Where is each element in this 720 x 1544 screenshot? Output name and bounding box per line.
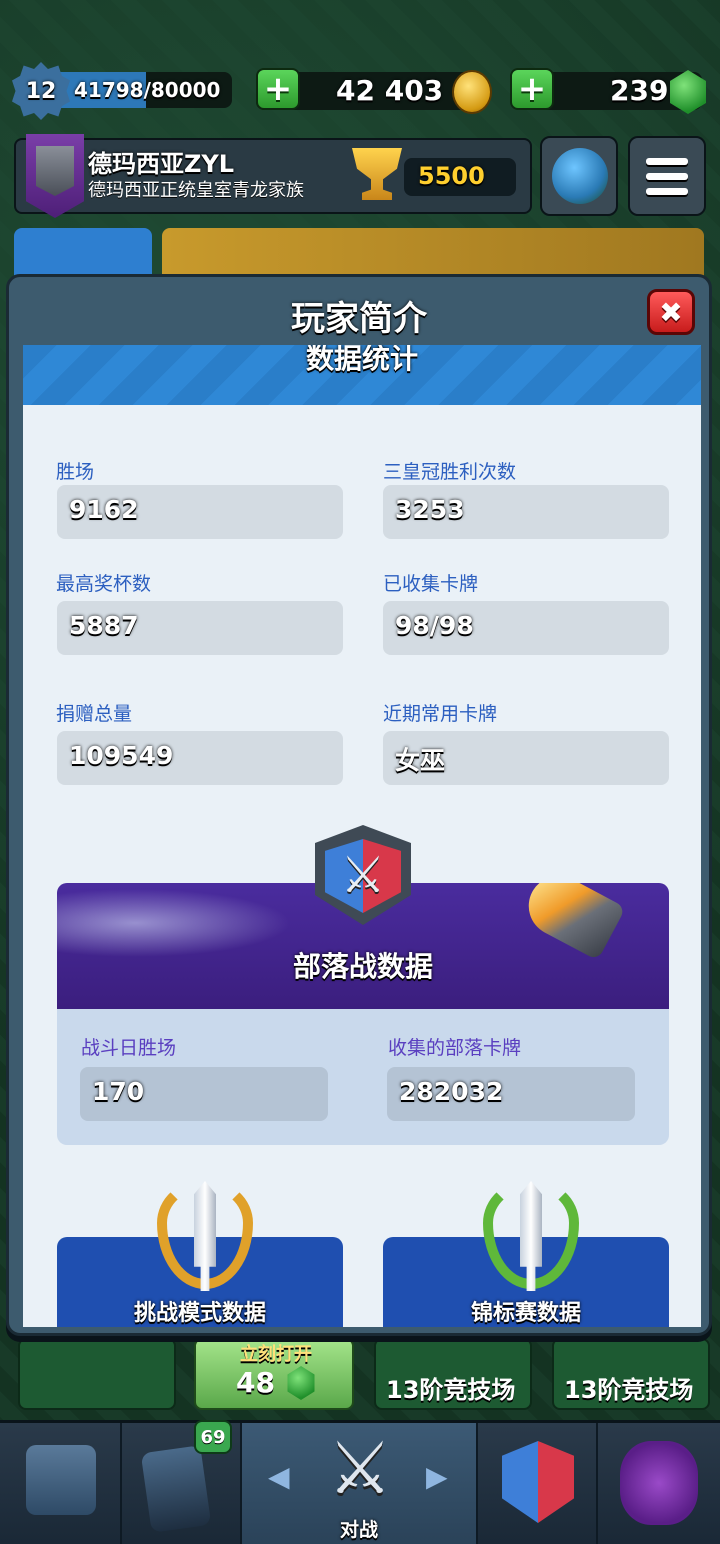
plus-icon: + — [517, 69, 547, 109]
tournament-stats-label: 锦标赛数据 — [470, 1301, 581, 1326]
nav-left-arrow-icon[interactable]: ◀ — [268, 1460, 290, 1493]
trophy-count: 5500 — [418, 162, 485, 190]
chest-slot-empty[interactable] — [18, 1338, 176, 1410]
clan-war-stat-box: 170 — [80, 1067, 328, 1121]
crossed-swords-icon: ⚔ — [340, 846, 386, 904]
bottom-nav: ⚔ 对战 — [0, 1420, 720, 1544]
chest-arena-label: 13阶竞技场 — [386, 1376, 516, 1404]
clan-war-shield-icon — [502, 1441, 574, 1523]
hamburger-menu-icon — [646, 158, 688, 203]
stat-label: 胜场 — [56, 461, 95, 483]
buy-gems-button[interactable]: + — [510, 68, 554, 110]
nav-right-arrow-icon[interactable]: ▶ — [426, 1460, 448, 1493]
stat-value: 女巫 — [395, 746, 446, 775]
challenge-stats-label: 挑战模式数据 — [133, 1301, 266, 1326]
cards-badge: 69 — [194, 1420, 232, 1454]
gold-coin-icon — [452, 70, 492, 114]
nav-tab-events[interactable] — [598, 1423, 720, 1544]
stat-label: 三皇冠胜利次数 — [383, 461, 517, 483]
clan-badge-emblem — [36, 146, 74, 196]
unlock-now-label: 立刻打开 — [240, 1344, 312, 1365]
stat-value-box: 3253 — [383, 485, 669, 539]
clan-war-stat-value: 170 — [92, 1077, 145, 1106]
unlock-cost: 48 — [236, 1366, 275, 1399]
stat-value-box: 98/98 — [383, 601, 669, 655]
stat-value-box: 女巫 — [383, 731, 669, 785]
stats-section-header: 数据统计 — [23, 345, 701, 405]
clan-name: 德玛西亚正统皇室青龙家族 — [88, 180, 304, 201]
stat-label: 近期常用卡牌 — [383, 703, 498, 725]
clan-war-title: 部落战数据 — [292, 950, 433, 983]
stat-value: 5887 — [69, 611, 139, 640]
clan-war-stat-box: 282032 — [387, 1067, 635, 1121]
xp-text: 41798/80000 — [74, 78, 221, 102]
treasure-chest-icon — [26, 1445, 96, 1515]
stat-value-box: 109549 — [57, 731, 343, 785]
crossed-swords-icon: ⚔ — [327, 1426, 393, 1510]
stats-section-title: 数据统计 — [305, 345, 418, 375]
cards-icon — [140, 1445, 212, 1533]
stat-value-box: 9162 — [57, 485, 343, 539]
stat-value: 3253 — [395, 495, 465, 524]
player-name: 德玛西亚ZYL — [88, 150, 235, 178]
clan-war-stat-value: 282032 — [399, 1077, 504, 1106]
nav-tab-clan[interactable] — [478, 1423, 598, 1544]
stat-value: 98/98 — [395, 611, 474, 640]
battle-label: 对战 — [339, 1519, 378, 1541]
modal-scroll-content[interactable]: 数据统计 胜场 9162 三皇冠胜利次数 3253 最高奖杯数 5887 已收集… — [23, 345, 701, 1327]
stat-value: 9162 — [69, 495, 139, 524]
globe-icon — [552, 148, 608, 204]
stat-label: 已收集卡牌 — [383, 573, 479, 595]
stat-label: 最高奖杯数 — [56, 573, 152, 595]
clan-war-stat-label: 战斗日胜场 — [81, 1037, 177, 1059]
plus-icon: + — [263, 69, 293, 109]
event-portrait-icon — [620, 1441, 698, 1525]
modal-title: 玩家简介 — [291, 299, 427, 339]
stat-value: 109549 — [69, 741, 174, 770]
gem-amount: 239 — [610, 74, 669, 107]
cards-badge-count: 69 — [200, 1426, 226, 1448]
chest-arena-label: 13阶竞技场 — [564, 1376, 694, 1404]
stat-label: 捐赠总量 — [56, 703, 133, 725]
clan-war-stat-label: 收集的部落卡牌 — [388, 1037, 522, 1059]
player-profile-modal: 玩家简介 ✖ 数据统计 胜场 9162 三皇冠胜利次数 3253 最高奖杯数 5… — [6, 274, 712, 1336]
close-icon: ✖ — [659, 295, 683, 329]
gold-amount: 42 403 — [336, 74, 444, 107]
level-number: 12 — [25, 78, 57, 104]
close-button[interactable]: ✖ — [647, 289, 695, 335]
stat-value-box: 5887 — [57, 601, 343, 655]
nav-tab-shop[interactable] — [0, 1423, 122, 1544]
buy-gold-button[interactable]: + — [256, 68, 300, 110]
